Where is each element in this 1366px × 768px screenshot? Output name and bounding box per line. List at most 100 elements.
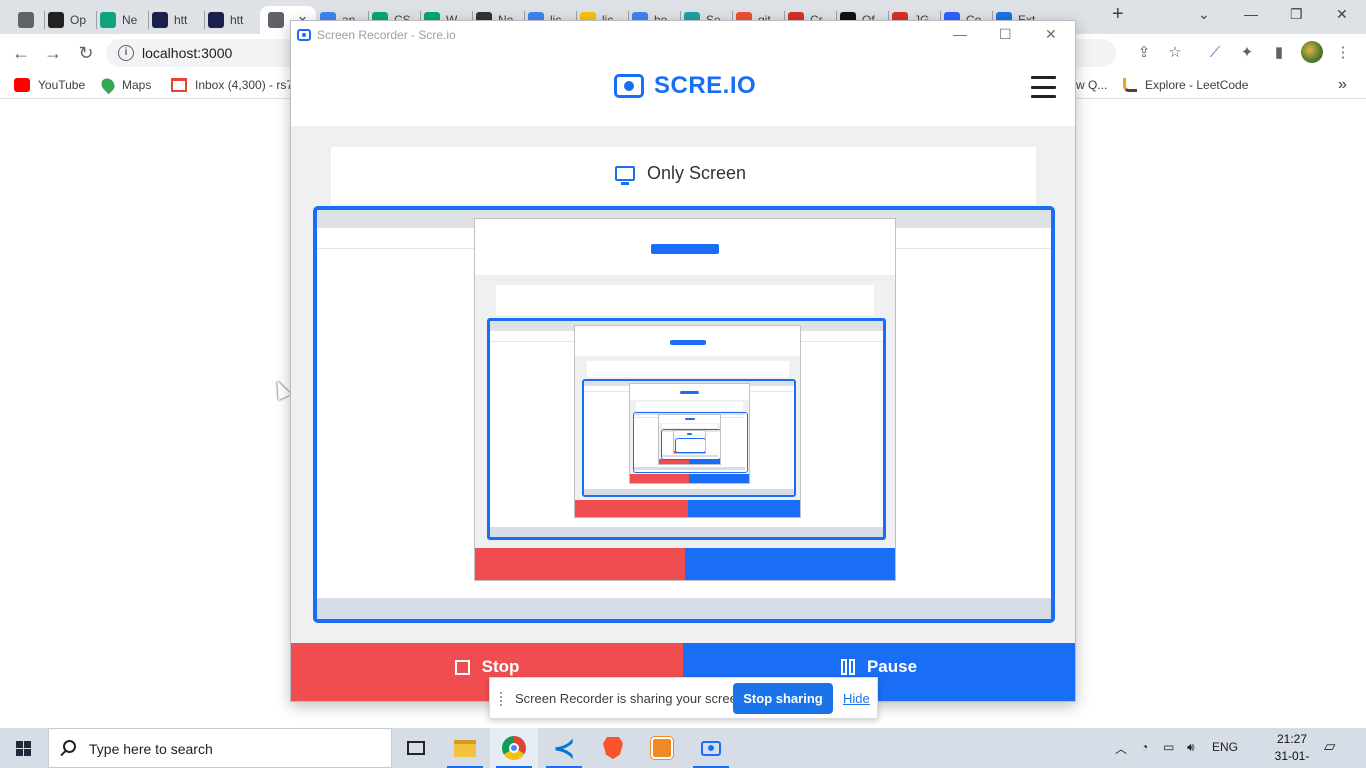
maps-pin-icon [98,75,118,95]
tab-favicon-icon [18,12,34,28]
browser-tab[interactable]: htt [148,6,204,34]
start-button[interactable] [0,728,48,768]
tab-favicon-icon [48,12,64,28]
bookmark-label: Explore - LeetCode [1145,78,1249,92]
new-tab-button[interactable]: + [1112,3,1124,26]
preview-pause-button [685,548,896,581]
screen-share-banner: Screen Recorder is sharing your screen. … [489,677,878,719]
system-clock[interactable]: 21:27 31-01-2023 [1262,731,1322,768]
preview-pause-button [687,500,801,518]
preview-recorder-window [574,325,802,519]
share-icon[interactable]: ⇪ [1134,43,1154,63]
preview-screen-layer [634,412,745,471]
restore-button[interactable]: ❐ [1290,6,1303,23]
hide-banner-link[interactable]: Hide [843,691,870,706]
preview-mode-box [586,361,790,378]
bookmark-youtube[interactable]: YouTube [14,76,85,94]
notifications-icon[interactable]: ▱ [1324,737,1336,755]
minimize-button[interactable]: — [953,26,967,42]
browser-tab[interactable]: Ne [96,6,148,34]
extensions-puzzle-icon[interactable]: ✦ [1237,43,1257,63]
preview-recorder-window [673,430,706,455]
more-menu-icon[interactable]: ⋮ [1333,43,1353,63]
mode-label: Only Screen [647,163,747,183]
preview-app-header [674,431,705,435]
stop-sharing-button[interactable]: Stop sharing [733,683,833,714]
taskbar-search[interactable]: Type here to search [48,728,392,768]
tab-label: Ne [122,13,138,27]
stop-icon [454,659,470,675]
screen-recorder-window: Screen Recorder - Scre.io — ☐ ✕ SCRE.IO … [290,20,1076,702]
show-hidden-icons[interactable]: ︿ [1115,740,1127,757]
preview-pause-button [689,474,749,484]
recorder-titlebar: Screen Recorder - Scre.io — ☐ ✕ [291,21,1075,50]
preview-app-header [629,384,749,400]
orange-app-icon[interactable] [638,728,686,768]
pause-icon [840,659,857,675]
language-indicator[interactable]: ENG [1212,740,1238,754]
tab-label: htt [230,13,244,27]
minimize-button[interactable]: — [1244,6,1258,22]
site-info-icon[interactable]: i [118,45,134,61]
bookmark-maps[interactable]: Maps [98,75,151,95]
search-icon [63,740,76,753]
maximize-button[interactable]: ☐ [999,26,1012,43]
tab-favicon-icon [152,12,168,28]
task-view-icon[interactable] [392,728,440,768]
profile-avatar[interactable] [1301,41,1323,63]
clock-date: 31-01-2023 [1274,749,1310,768]
preview-app-header [575,326,801,357]
brand[interactable]: SCRE.IO [614,72,756,100]
search-placeholder: Type here to search [89,741,213,757]
preview-app-header [475,219,896,276]
preview-screen-layer [583,380,795,495]
brave-icon[interactable] [589,728,637,768]
chrome-icon[interactable] [490,728,538,768]
preview-taskbar [583,488,795,495]
preview-mode-box [661,423,718,429]
leetcode-icon [1123,78,1137,92]
file-explorer-icon[interactable] [441,728,489,768]
drag-handle[interactable] [500,692,506,706]
preview-screen-layer [317,210,1051,619]
bookmark-label: YouTube [38,78,86,92]
volume-icon[interactable]: 🔊︎ [1187,740,1195,755]
bookmark-leetcode[interactable]: Explore - LeetCode [1123,76,1248,94]
tab-favicon-icon [100,12,116,28]
network-icon[interactable]: ◔ [1141,740,1148,754]
screen-recorder-taskbar-icon[interactable] [687,728,735,768]
bookmark-star-icon[interactable]: ☆ [1165,43,1185,63]
tab-favicon-icon [268,12,284,28]
reload-button[interactable]: ↻ [75,42,97,64]
record-logo-icon [614,74,644,98]
preview-screen-layer [661,429,718,457]
hamburger-menu-icon[interactable] [1031,76,1056,98]
extension-feather-icon[interactable]: ⟋ [1205,43,1225,63]
side-panel-icon[interactable]: ▮ [1269,43,1289,63]
back-button[interactable]: ← [10,42,32,64]
more-bookmarks-button[interactable]: » [1338,76,1347,94]
browser-tab[interactable]: htt [204,6,260,34]
bookmark-gmail[interactable]: Inbox (4,300) - rs7 [171,76,293,94]
preview-stop-button [629,474,690,484]
vscode-icon[interactable]: ≺ [540,728,588,768]
address-url[interactable]: localhost:3000 [142,45,232,61]
preview-stop-button [658,459,690,464]
close-button[interactable]: ✕ [1045,26,1057,43]
browser-tab[interactable]: Op [44,6,96,34]
close-window-button[interactable]: ✕ [1336,6,1348,23]
preview-taskbar [317,597,1051,619]
preview-brand [669,339,707,345]
forward-button[interactable]: → [42,42,64,64]
battery-icon[interactable]: ▭ [1163,740,1174,754]
app-icon [297,29,311,41]
preview-recorder-window [474,218,897,582]
bookmark-label: w Q... [1076,78,1108,92]
tab-search-icon[interactable]: ⌄ [1198,6,1210,23]
preview-inner-frame [675,437,705,453]
bookmark-partial[interactable]: w Q... [1076,76,1107,94]
recording-mode-selector[interactable]: Only Screen [331,147,1036,205]
browser-tab[interactable] [14,6,44,34]
stop-label: Stop [481,657,520,676]
pause-label: Pause [866,657,918,676]
